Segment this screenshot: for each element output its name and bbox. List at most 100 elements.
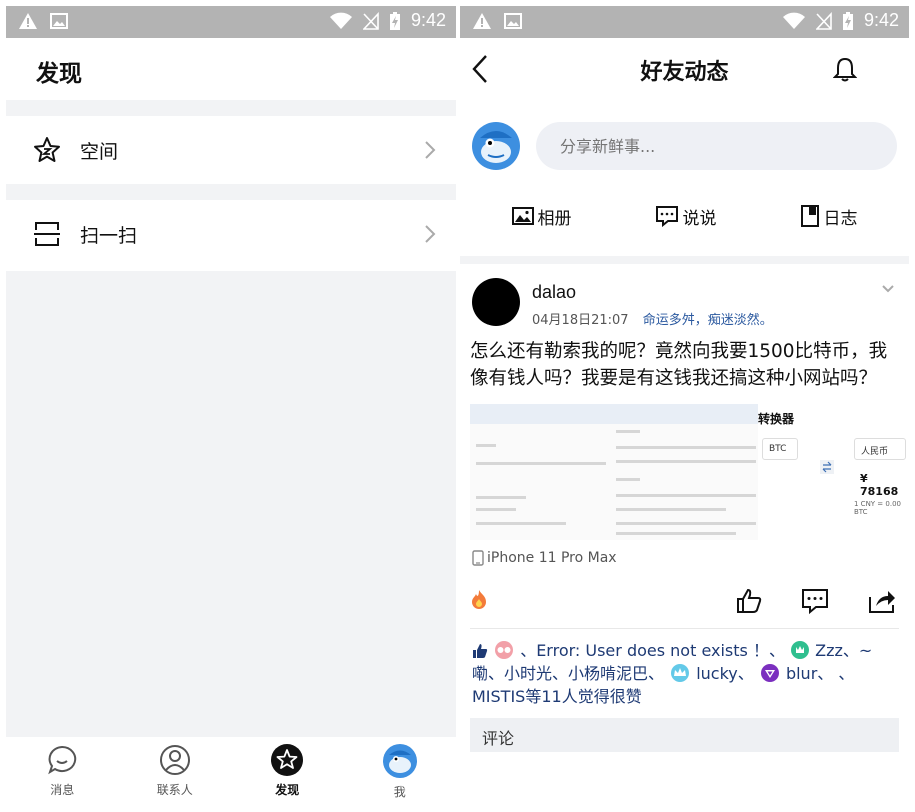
screenshot-text-line (476, 462, 606, 465)
quick-action-label: 说说 (682, 208, 717, 229)
bell-icon[interactable] (833, 56, 857, 82)
discover-item-space[interactable]: 空间 (6, 116, 456, 184)
quick-action-diary[interactable]: 日志 (800, 204, 858, 229)
share-icon[interactable] (867, 587, 897, 615)
user-avatar-3[interactable] (669, 664, 691, 682)
screenshot-text-line (476, 444, 496, 447)
quick-action-album[interactable]: 相册 (511, 204, 572, 229)
user-avatar-1[interactable] (493, 641, 515, 659)
discover-item-label: 空间 (80, 140, 119, 163)
screenshot-text-line (616, 430, 640, 433)
chevron-right-icon (425, 141, 436, 159)
photo-icon (511, 207, 534, 225)
chat-bubble-icon (48, 745, 77, 775)
discover-item-label: 扫一扫 (80, 224, 138, 247)
discover-item-scan[interactable]: 扫一扫 (6, 200, 456, 268)
comment-icon (655, 206, 678, 227)
screenshot-text-line (476, 508, 516, 511)
clock: 9:42 (410, 10, 446, 30)
nav-tab-messages[interactable]: 消息 (6, 737, 119, 806)
quick-actions: 相册 说说 日志 (460, 196, 909, 236)
screenshot-header (470, 404, 758, 424)
quick-action-status[interactable]: 说说 (655, 204, 717, 229)
nav-tab-label: 联系人 (156, 783, 193, 797)
screenshot-text-line (616, 508, 726, 511)
likes-names-1[interactable]: 、Error: User does not exists ！、 (520, 641, 785, 660)
nav-tab-me[interactable]: 我 (344, 737, 457, 806)
nav-tab-label: 我 (393, 785, 406, 799)
post-author-avatar[interactable] (472, 278, 520, 326)
post-time: 04月18日21:07 (532, 313, 629, 328)
discover-star-icon (271, 744, 304, 776)
likes-names-3[interactable]: lucky、 (696, 664, 754, 683)
image-notification-icon (50, 13, 68, 29)
quick-action-label: 日志 (823, 208, 858, 229)
battery-charging-icon (842, 11, 853, 30)
converter-title: 转换器 (758, 412, 795, 426)
screenshot-text-line (616, 446, 756, 449)
swap-icon (820, 460, 834, 474)
avatar (382, 744, 417, 778)
post-image[interactable]: 转换器 BTC 人民币 ¥ 78168 1 CNY = 0.00 BTC (470, 404, 909, 540)
status-bar: 9:42 (6, 6, 456, 38)
wifi-icon (782, 12, 805, 29)
comment-section-header[interactable]: 评论 (470, 718, 899, 752)
chevron-down-icon[interactable] (881, 284, 895, 294)
user-avatar-4[interactable] (759, 664, 781, 682)
wifi-icon (329, 12, 352, 29)
discover-screen: 9:42 发现 空间 扫一扫 消息 联系人 发现 我 (6, 6, 456, 806)
section-divider (6, 100, 456, 116)
user-avatar-2[interactable] (790, 641, 810, 659)
post-author-name[interactable]: dalao (532, 282, 773, 303)
warning-icon (19, 13, 37, 29)
friend-feed-screen: 9:42 好友动态 相册 说说 日志 dalao (460, 6, 909, 806)
screenshot-text-line (616, 522, 756, 525)
post-content: 怎么还有勒索我的呢？竟然向我要1500比特币，我像有钱人吗？我要是有这钱我还搞这… (470, 341, 888, 389)
share-input[interactable] (536, 122, 897, 170)
contacts-icon (159, 745, 190, 775)
feed-post: dalao 04月18日21:07 命运多舛，痴迷淡然。 怎么还有勒索我的呢？竟… (460, 264, 909, 752)
page-title: 发现 (36, 61, 82, 87)
thumbs-up-icon (473, 644, 488, 658)
like-icon[interactable] (735, 587, 763, 615)
post-image-converter-screenshot: 转换器 BTC 人民币 ¥ 78168 1 CNY = 0.00 BTC (758, 404, 909, 540)
empty-area (6, 271, 456, 737)
section-divider (6, 184, 456, 200)
screenshot-text-line (476, 522, 566, 525)
star-icon (34, 137, 60, 162)
fire-icon (472, 590, 486, 609)
from-currency: BTC (762, 438, 798, 460)
post-actions (460, 566, 909, 616)
nav-tab-label: 发现 (275, 783, 300, 797)
converted-amount: ¥ 78168 (860, 472, 899, 498)
no-signal-icon (362, 11, 379, 30)
nav-tab-contacts[interactable]: 联系人 (119, 737, 232, 806)
screenshot-text-line (616, 494, 756, 497)
clock: 9:42 (863, 10, 899, 30)
comment-icon[interactable] (801, 587, 829, 615)
battery-charging-icon (389, 11, 400, 30)
nav-tab-discover[interactable]: 发现 (231, 737, 344, 806)
screenshot-text-line (616, 478, 640, 481)
likes-names-4[interactable]: blur、 (786, 664, 833, 683)
section-divider (460, 256, 909, 264)
screenshot-text-line (476, 496, 526, 499)
device-name: iPhone 11 Pro Max (487, 550, 617, 566)
no-signal-icon (815, 11, 832, 30)
phone-icon (472, 550, 484, 566)
screenshot-text-line (616, 460, 756, 463)
bottom-nav: 消息 联系人 发现 我 (6, 737, 456, 806)
top-bar: 好友动态 (460, 38, 909, 100)
scan-icon (34, 222, 60, 246)
warning-icon (473, 13, 491, 29)
post-image-email-screenshot (470, 404, 758, 540)
post-header: dalao 04月18日21:07 命运多舛，痴迷淡然。 (460, 264, 909, 328)
diary-icon (800, 205, 819, 227)
chevron-right-icon (425, 225, 436, 243)
nav-tab-label: 消息 (50, 783, 75, 797)
to-currency: 人民币 (854, 438, 906, 460)
post-author-signature: 命运多舛，痴迷淡然。 (642, 313, 773, 328)
user-avatar[interactable] (472, 122, 520, 170)
share-composer (460, 122, 909, 170)
image-notification-icon (504, 13, 522, 29)
